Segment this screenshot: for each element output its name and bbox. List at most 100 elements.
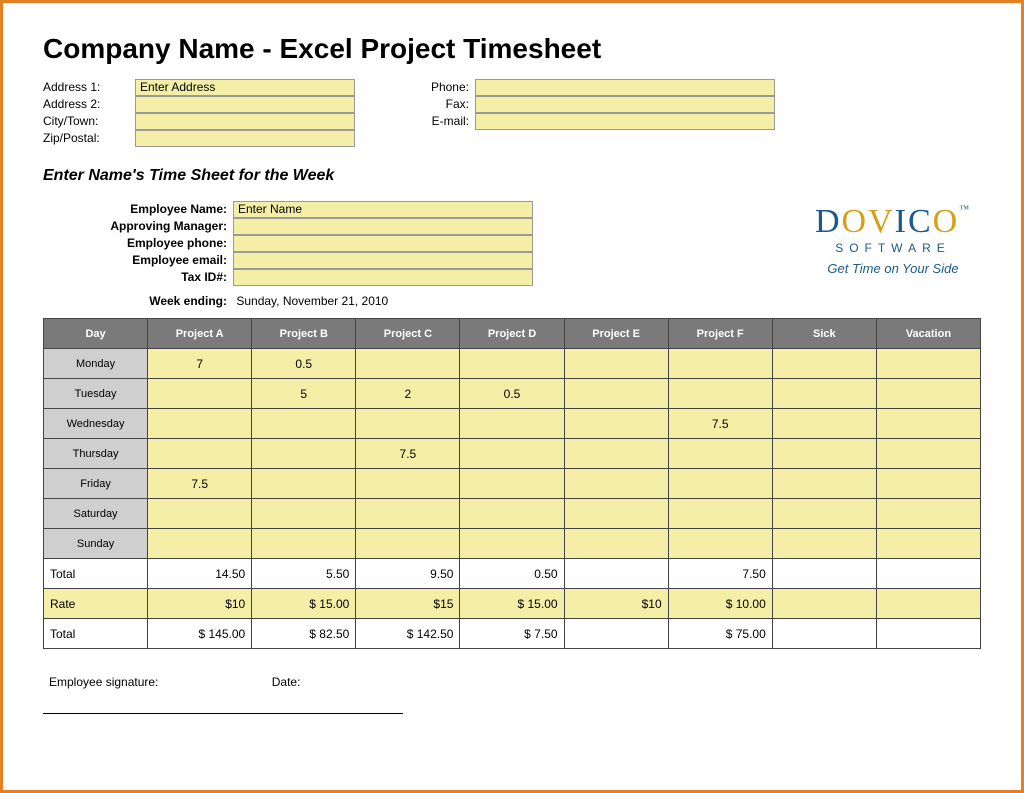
hours-cell[interactable] bbox=[460, 349, 564, 379]
hours-cell[interactable] bbox=[356, 499, 460, 529]
total-cell: 7.50 bbox=[668, 559, 772, 589]
hours-cell[interactable] bbox=[668, 499, 772, 529]
day-cell: Friday bbox=[44, 469, 148, 499]
hours-cell[interactable] bbox=[772, 469, 876, 499]
hours-cell[interactable] bbox=[460, 439, 564, 469]
hours-cell[interactable] bbox=[668, 379, 772, 409]
table-row: Thursday 7.5 bbox=[44, 439, 981, 469]
day-cell: Saturday bbox=[44, 499, 148, 529]
column-header: Vacation bbox=[876, 319, 980, 349]
signature-line bbox=[43, 713, 403, 714]
tax-id-label: Tax ID#: bbox=[93, 269, 233, 286]
hours-cell[interactable] bbox=[460, 409, 564, 439]
hours-cell[interactable] bbox=[356, 349, 460, 379]
table-row: Monday70.5 bbox=[44, 349, 981, 379]
hours-cell[interactable] bbox=[356, 529, 460, 559]
rate-blank-cell[interactable] bbox=[876, 589, 980, 619]
hours-cell[interactable] bbox=[772, 529, 876, 559]
phone-input[interactable] bbox=[475, 79, 775, 96]
rate-symbol-cell[interactable]: $10 bbox=[148, 589, 252, 619]
hours-cell[interactable] bbox=[252, 409, 356, 439]
hours-cell[interactable] bbox=[252, 469, 356, 499]
vendor-logo-sub: SOFTWARE bbox=[815, 241, 971, 255]
hours-cell[interactable]: 0.5 bbox=[252, 349, 356, 379]
hours-cell[interactable]: 2 bbox=[356, 379, 460, 409]
hours-cell[interactable] bbox=[148, 439, 252, 469]
hours-cell[interactable] bbox=[564, 529, 668, 559]
fax-label: Fax: bbox=[415, 96, 475, 113]
hours-cell[interactable] bbox=[356, 469, 460, 499]
total-cell bbox=[564, 559, 668, 589]
employee-email-input[interactable] bbox=[233, 252, 533, 269]
hours-cell[interactable] bbox=[148, 529, 252, 559]
address2-input[interactable] bbox=[135, 96, 355, 113]
hours-cell[interactable] bbox=[876, 349, 980, 379]
tax-id-input[interactable] bbox=[233, 269, 533, 286]
address1-input[interactable]: Enter Address bbox=[135, 79, 355, 96]
hours-cell[interactable] bbox=[564, 439, 668, 469]
employee-signature-label: Employee signature: bbox=[49, 675, 158, 689]
hours-cell[interactable] bbox=[772, 499, 876, 529]
rate-value-cell[interactable]: $ 15.00 bbox=[252, 589, 356, 619]
hours-cell[interactable] bbox=[668, 349, 772, 379]
hours-cell[interactable]: 7.5 bbox=[356, 439, 460, 469]
zip-input[interactable] bbox=[135, 130, 355, 147]
city-input[interactable] bbox=[135, 113, 355, 130]
hours-cell[interactable]: 7.5 bbox=[668, 409, 772, 439]
hours-cell[interactable] bbox=[564, 469, 668, 499]
rate-value-cell[interactable]: $ 10.00 bbox=[668, 589, 772, 619]
hours-cell[interactable] bbox=[460, 499, 564, 529]
section-subtitle: Enter Name's Time Sheet for the Week bbox=[43, 167, 981, 185]
hours-cell[interactable]: 7 bbox=[148, 349, 252, 379]
total-cell bbox=[772, 559, 876, 589]
hours-cell[interactable] bbox=[876, 499, 980, 529]
hours-cell[interactable] bbox=[876, 379, 980, 409]
fax-input[interactable] bbox=[475, 96, 775, 113]
approving-manager-input[interactable] bbox=[233, 218, 533, 235]
hours-cell[interactable] bbox=[564, 379, 668, 409]
hours-cell[interactable] bbox=[668, 469, 772, 499]
hours-cell[interactable] bbox=[148, 379, 252, 409]
hours-cell[interactable] bbox=[356, 409, 460, 439]
hours-cell[interactable] bbox=[564, 349, 668, 379]
hours-cell[interactable] bbox=[772, 439, 876, 469]
hours-cell[interactable]: 7.5 bbox=[148, 469, 252, 499]
rate-blank-cell[interactable] bbox=[772, 589, 876, 619]
hours-cell[interactable]: 0.5 bbox=[460, 379, 564, 409]
hours-cell[interactable] bbox=[460, 469, 564, 499]
hours-cell[interactable] bbox=[876, 529, 980, 559]
employee-name-input[interactable]: Enter Name bbox=[233, 201, 533, 218]
hours-cell[interactable] bbox=[876, 439, 980, 469]
hours-cell[interactable] bbox=[252, 529, 356, 559]
hours-cell[interactable] bbox=[772, 409, 876, 439]
total-cell: 0.50 bbox=[460, 559, 564, 589]
hours-cell[interactable] bbox=[460, 529, 564, 559]
day-cell: Thursday bbox=[44, 439, 148, 469]
employee-phone-input[interactable] bbox=[233, 235, 533, 252]
hours-cell[interactable] bbox=[772, 349, 876, 379]
date-label: Date: bbox=[272, 675, 301, 689]
employee-name-label: Employee Name: bbox=[93, 201, 233, 218]
rate-symbol-cell[interactable]: $10 bbox=[564, 589, 668, 619]
hours-cell[interactable] bbox=[148, 409, 252, 439]
total-cell: 5.50 bbox=[252, 559, 356, 589]
grand-total-cell: $ 75.00 bbox=[668, 619, 772, 649]
hours-cell[interactable] bbox=[252, 439, 356, 469]
grand-total-cell: $ 82.50 bbox=[252, 619, 356, 649]
rate-value-cell[interactable]: $ 15.00 bbox=[460, 589, 564, 619]
hours-cell[interactable]: 5 bbox=[252, 379, 356, 409]
hours-cell[interactable] bbox=[876, 469, 980, 499]
hours-cell[interactable] bbox=[148, 499, 252, 529]
hours-cell[interactable] bbox=[564, 499, 668, 529]
hours-cell[interactable] bbox=[668, 529, 772, 559]
grand-total-label: Total bbox=[44, 619, 148, 649]
email-input[interactable] bbox=[475, 113, 775, 130]
hours-cell[interactable] bbox=[252, 499, 356, 529]
hours-cell[interactable] bbox=[668, 439, 772, 469]
hours-cell[interactable] bbox=[772, 379, 876, 409]
table-row: Saturday bbox=[44, 499, 981, 529]
rate-symbol-cell[interactable]: $15 bbox=[356, 589, 460, 619]
address2-label: Address 2: bbox=[43, 96, 135, 113]
hours-cell[interactable] bbox=[564, 409, 668, 439]
hours-cell[interactable] bbox=[876, 409, 980, 439]
